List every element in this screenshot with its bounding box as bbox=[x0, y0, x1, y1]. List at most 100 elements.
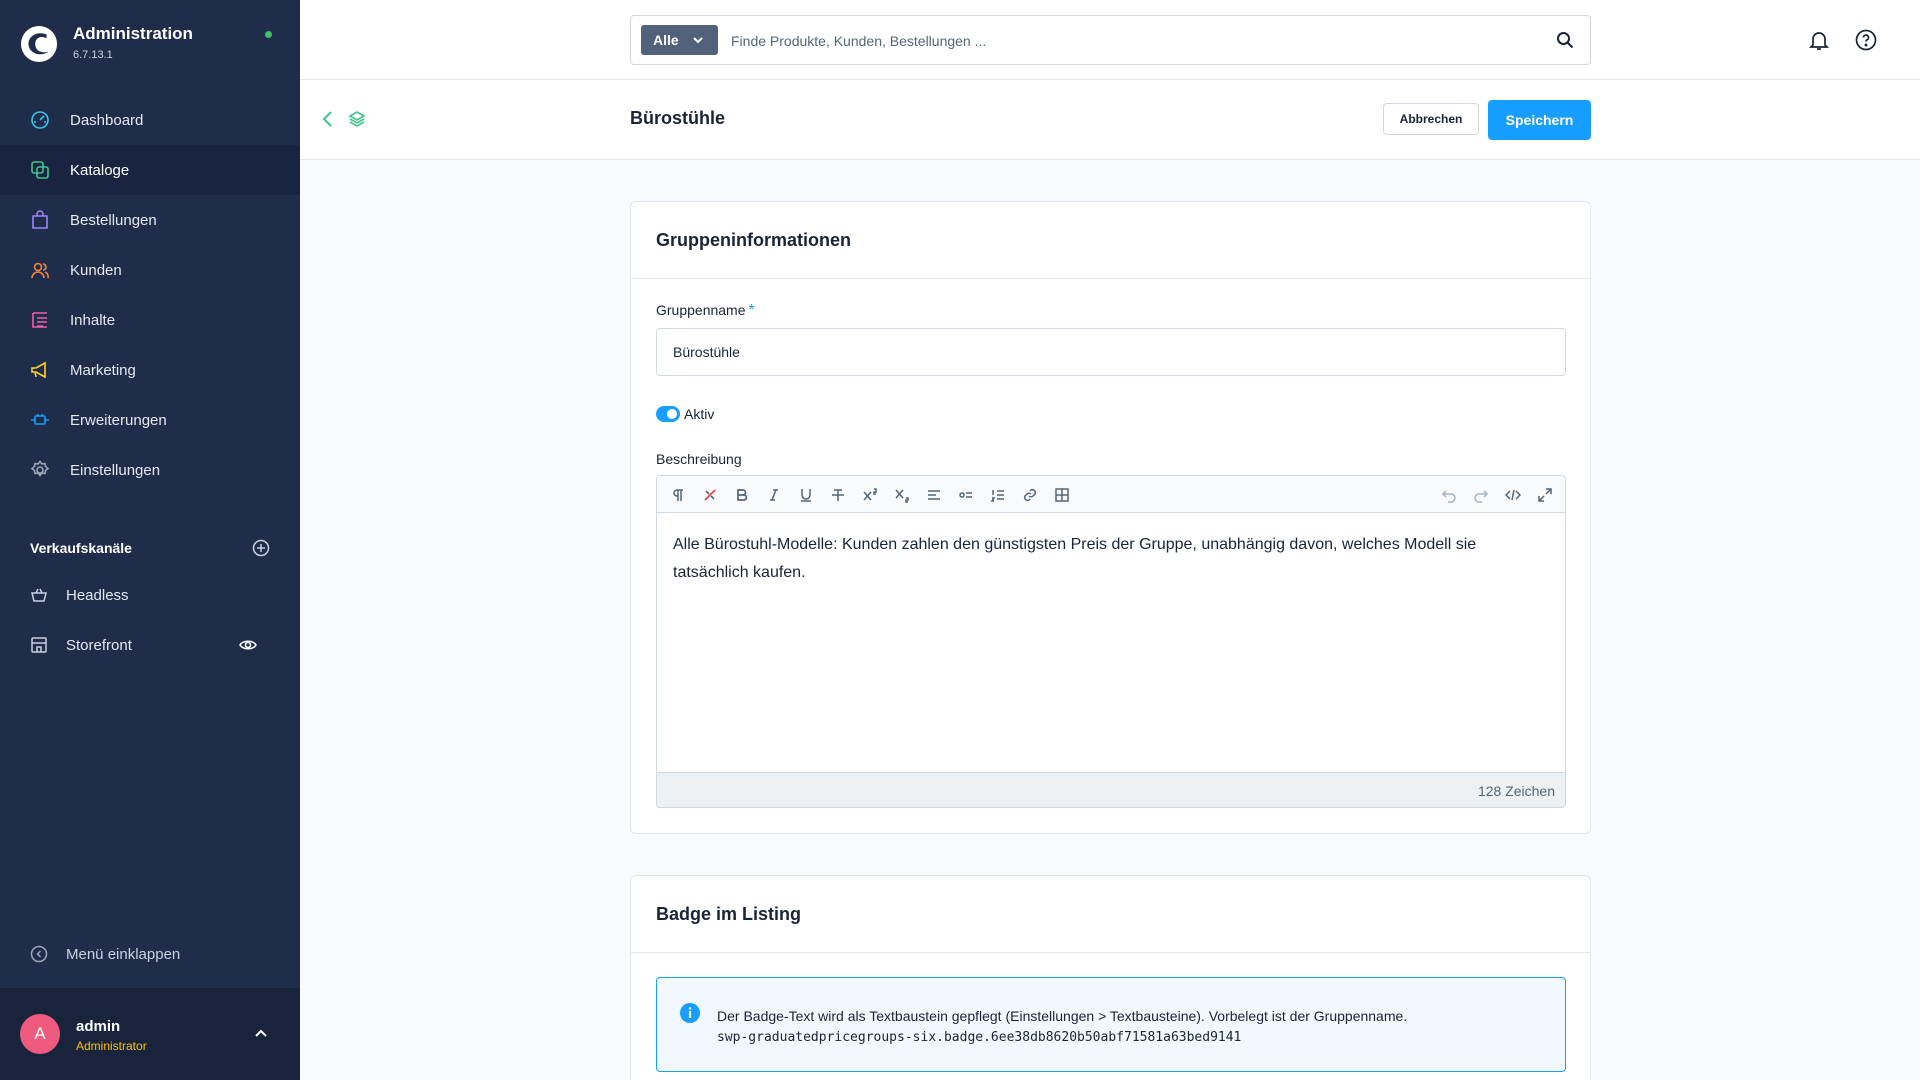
help-icon[interactable] bbox=[1854, 28, 1878, 52]
nav-item-label: Marketing bbox=[70, 361, 136, 379]
chevron-left-circle-icon bbox=[30, 945, 48, 963]
active-label: Aktiv bbox=[684, 406, 715, 422]
nav-item-label: Bestellungen bbox=[70, 211, 157, 229]
redo-icon[interactable] bbox=[1473, 487, 1489, 503]
orders-icon bbox=[32, 210, 48, 229]
nav-item-label: Einstellungen bbox=[70, 461, 161, 479]
cancel-button[interactable]: Abbrechen bbox=[1383, 103, 1479, 135]
collapse-menu-label: Menü einklappen bbox=[66, 945, 181, 963]
nav-item-customers[interactable]: Kunden bbox=[0, 245, 300, 295]
bold-icon[interactable] bbox=[734, 487, 750, 503]
catalog-icon bbox=[31, 161, 49, 179]
description-label: Beschreibung bbox=[656, 451, 742, 467]
link-icon[interactable] bbox=[1022, 487, 1038, 503]
character-count: 128 Zeichen bbox=[657, 772, 1565, 807]
nav-item-marketing[interactable]: Marketing bbox=[0, 345, 300, 395]
editor-toolbar bbox=[657, 476, 1565, 513]
content-icon bbox=[32, 312, 47, 328]
settings-icon bbox=[30, 460, 50, 477]
sales-channel-headless[interactable]: Headless bbox=[30, 580, 275, 610]
bulleted-list-icon[interactable] bbox=[958, 487, 974, 503]
search-icon[interactable] bbox=[1556, 31, 1574, 49]
extensions-icon bbox=[31, 414, 49, 425]
nav-item-dashboard[interactable]: Dashboard bbox=[0, 95, 300, 145]
group-info-card-title: Gruppeninformationen bbox=[631, 202, 1590, 279]
global-search: Alle bbox=[630, 15, 1591, 65]
table-icon[interactable] bbox=[1054, 487, 1070, 503]
badge-card-title: Badge im Listing bbox=[631, 876, 1590, 953]
main-navigation: Dashboard Kataloge Bestellungen Kunden I… bbox=[0, 95, 300, 495]
back-arrow-icon[interactable] bbox=[320, 110, 336, 128]
sales-channels-header: Verkaufskanäle bbox=[30, 536, 270, 560]
chevron-down-icon bbox=[693, 37, 703, 44]
shopware-logo-icon bbox=[20, 25, 58, 62]
catalog-layers-icon bbox=[348, 111, 366, 127]
numbered-list-icon[interactable] bbox=[990, 487, 1006, 503]
nav-item-settings[interactable]: Einstellungen bbox=[0, 445, 300, 495]
sidebar: Administration 6.7.13.1 Dashboard Katalo… bbox=[0, 0, 300, 1080]
brand: Administration 6.7.13.1 bbox=[20, 24, 193, 63]
underline-icon[interactable] bbox=[798, 487, 814, 503]
chevron-up-icon[interactable] bbox=[253, 1026, 269, 1042]
nav-item-orders[interactable]: Bestellungen bbox=[0, 195, 300, 245]
collapse-menu-button[interactable]: Menü einklappen bbox=[30, 945, 180, 963]
paragraph-format-icon[interactable] bbox=[671, 487, 687, 503]
search-type-label: Alle bbox=[653, 32, 679, 48]
nav-item-label: Dashboard bbox=[70, 111, 144, 129]
basket-icon bbox=[31, 588, 47, 602]
description-editor: Alle Bürostuhl-Modelle: Kunden zahlen de… bbox=[656, 475, 1566, 808]
nav-item-label: Inhalte bbox=[70, 311, 116, 329]
active-switch-row: Aktiv bbox=[656, 406, 714, 422]
storefront-icon bbox=[31, 637, 47, 653]
active-toggle[interactable] bbox=[656, 406, 680, 422]
sales-channels-title: Verkaufskanäle bbox=[30, 540, 132, 556]
group-info-card-body: Gruppenname * Bürostühle Aktiv Beschreibu… bbox=[631, 279, 1590, 834]
customers-icon bbox=[31, 262, 49, 279]
group-name-value: Bürostühle bbox=[673, 344, 740, 360]
search-type-select[interactable]: Alle bbox=[641, 25, 718, 55]
nav-item-label: Kunden bbox=[70, 261, 122, 279]
required-marker: * bbox=[748, 302, 755, 319]
text-color-icon[interactable] bbox=[702, 487, 718, 503]
nav-item-extensions[interactable]: Erweiterungen bbox=[0, 395, 300, 445]
group-name-label: Gruppenname bbox=[656, 302, 746, 318]
undo-icon[interactable] bbox=[1441, 487, 1457, 503]
nav-item-label: Erweiterungen bbox=[70, 411, 167, 429]
eye-icon[interactable] bbox=[239, 636, 257, 654]
fullscreen-icon[interactable] bbox=[1537, 487, 1553, 503]
nav-item-catalogs[interactable]: Kataloge bbox=[0, 145, 300, 195]
alert-text: Der Badge-Text wird als Textbaustein gep… bbox=[717, 1005, 1407, 1049]
info-alert: Der Badge-Text wird als Textbaustein gep… bbox=[656, 977, 1566, 1072]
strikethrough-icon[interactable] bbox=[830, 487, 846, 503]
alert-message: Der Badge-Text wird als Textbaustein gep… bbox=[717, 1008, 1408, 1024]
notifications-bell-icon[interactable] bbox=[1807, 28, 1831, 52]
user-role: Administrator bbox=[76, 1039, 147, 1053]
superscript-icon[interactable] bbox=[862, 487, 878, 503]
description-text[interactable]: Alle Bürostuhl-Modelle: Kunden zahlen de… bbox=[657, 513, 1565, 772]
italic-icon[interactable] bbox=[766, 487, 782, 503]
search-input[interactable] bbox=[731, 28, 1531, 54]
code-view-icon[interactable] bbox=[1505, 487, 1521, 503]
save-button[interactable]: Speichern bbox=[1488, 100, 1591, 140]
marketing-icon bbox=[31, 361, 46, 379]
snippet-key: swp-graduatedpricegroups-six.badge.6ee38… bbox=[717, 1030, 1242, 1045]
badge-card: Badge im Listing Der Badge-Text wird als… bbox=[630, 875, 1591, 1080]
group-name-label-row: Gruppenname * bbox=[656, 302, 755, 320]
nav-item-label: Kataloge bbox=[70, 161, 130, 179]
page-title: Bürostühle bbox=[630, 108, 726, 128]
smart-bar: Bürostühle Abbrechen Speichern bbox=[300, 80, 1920, 160]
sales-channel-label: Storefront bbox=[66, 636, 132, 654]
info-icon bbox=[680, 1003, 700, 1023]
nav-item-content[interactable]: Inhalte bbox=[0, 295, 300, 345]
online-status-indicator bbox=[265, 31, 272, 38]
group-name-field[interactable]: Bürostühle bbox=[656, 328, 1566, 376]
user-name: admin bbox=[76, 1018, 121, 1035]
add-sales-channel-icon[interactable] bbox=[252, 539, 270, 557]
app-title: Administration bbox=[73, 24, 193, 43]
group-info-card: Gruppeninformationen Gruppenname * Bürost… bbox=[630, 201, 1591, 834]
user-menu[interactable]: A admin Administrator bbox=[0, 988, 300, 1080]
sales-channel-storefront[interactable]: Storefront bbox=[30, 630, 275, 660]
align-left-icon[interactable] bbox=[926, 487, 942, 503]
subscript-icon[interactable] bbox=[894, 487, 910, 503]
app-version: 6.7.13.1 bbox=[73, 49, 113, 61]
